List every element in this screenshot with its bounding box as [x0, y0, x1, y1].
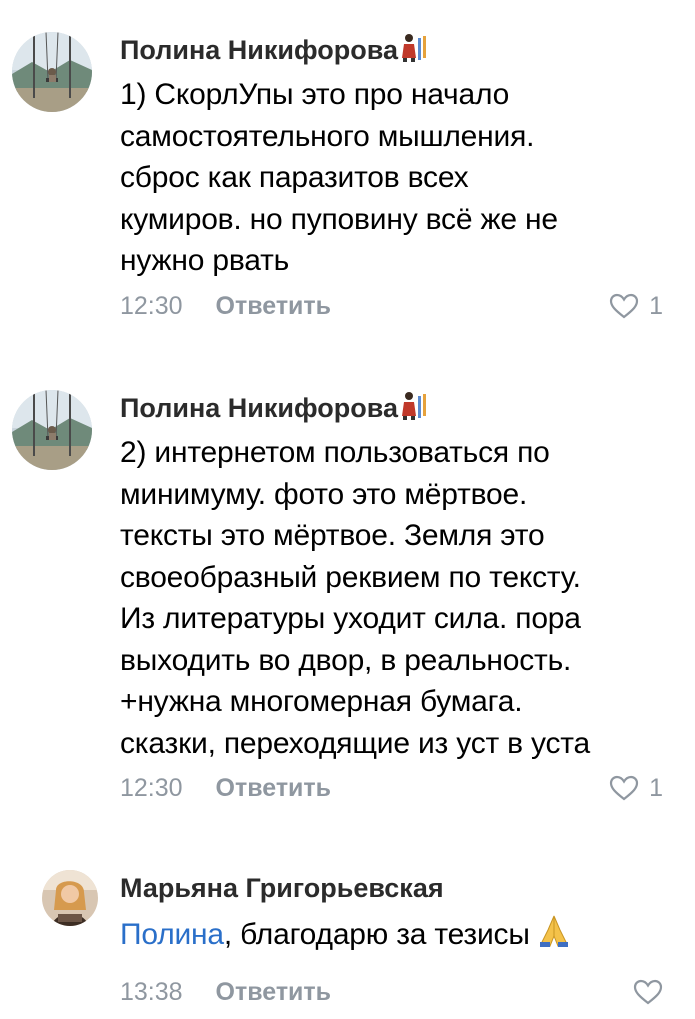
comment-text-line: кумиров. но пуповину всё же не — [120, 202, 558, 236]
comment-text-line: 2) интернетом пользоваться по — [120, 436, 550, 469]
heart-icon — [633, 979, 663, 1004]
comment-meta: 13:38 Ответить — [120, 972, 663, 1012]
comment-meta: 12:30 Ответить 1 — [120, 286, 663, 326]
heart-icon — [609, 293, 639, 318]
comment-text-line: Полина, благодарю за тезисы — [120, 914, 663, 960]
avatar[interactable] — [12, 32, 92, 112]
comment-text: 2) интернетом пользоваться по минимуму. … — [120, 432, 663, 764]
comment-text-line: сказки, переходящие из уст в уста — [120, 726, 590, 760]
comment-text-line: своеобразный реквием по тексту. — [120, 560, 581, 594]
person-with-tools-emoji-icon — [400, 32, 428, 71]
comment-text-line: Из литературы уходит сила. пора — [120, 602, 581, 635]
person-with-tools-emoji-icon — [400, 390, 428, 429]
reply-button[interactable]: Ответить — [216, 286, 332, 326]
comment-text-body: , благодарю за тезисы — [223, 918, 530, 951]
comment-text: Полина, благодарю за тезисы — [120, 914, 663, 960]
heart-icon — [609, 775, 639, 801]
comment: Полина Никифорова 2) интернетом пользова… — [0, 390, 695, 830]
comment-time: 12:30 — [120, 291, 183, 320]
avatar-photo-icon — [12, 390, 92, 470]
reply-button[interactable]: Ответить — [216, 972, 332, 1012]
comment: Полина Никифорова 1) СкорлУпы это про на… — [0, 32, 695, 342]
comment-text-line: +нужна многомерная бумага. — [120, 685, 523, 718]
author-name: Полина Никифорова — [120, 35, 399, 65]
comment-text-line: самостоятельного мышления. — [120, 119, 535, 153]
comment-time: 12:30 — [120, 774, 183, 802]
reply-comment: Марьяна Григорьевская Полина, благодарю … — [0, 870, 695, 1010]
author-name: Полина Никифорова — [120, 393, 399, 423]
comment-text-line: нужно рвать — [120, 244, 290, 277]
avatar-photo-icon — [42, 870, 98, 926]
avatar[interactable] — [12, 390, 92, 470]
like-button[interactable]: 1 — [609, 768, 663, 808]
mention-link[interactable]: Полина — [120, 918, 224, 951]
comment-author[interactable]: Полина Никифорова — [120, 32, 663, 68]
comment-text-line: 1) СкорлУпы это про начало — [120, 78, 510, 111]
comment-text-line: выходить во двор, в реальность. — [120, 643, 572, 677]
comment-text: 1) СкорлУпы это про начало самостоятельн… — [120, 74, 663, 282]
comment-text-line: тексты это мёртвое. Земля это — [120, 519, 545, 552]
author-name: Марьяна Григорьевская — [120, 873, 444, 903]
reply-button[interactable]: Ответить — [216, 768, 332, 808]
comment-author[interactable]: Полина Никифорова — [120, 390, 663, 426]
comment-time: 13:38 — [120, 977, 183, 1006]
like-count: 1 — [649, 291, 663, 320]
folded-hands-emoji-icon — [538, 914, 570, 960]
like-button[interactable]: 1 — [609, 286, 663, 326]
like-button[interactable] — [633, 972, 663, 1012]
comment-text-line: минимуму. фото это мёртвое. — [120, 477, 528, 511]
avatar[interactable] — [42, 870, 98, 926]
avatar-photo-icon — [12, 32, 92, 112]
like-count: 1 — [649, 774, 663, 802]
comment-meta: 12:30 Ответить 1 — [120, 768, 663, 808]
comment-text-line: сброс как паразитов всех — [120, 161, 469, 194]
comment-author[interactable]: Марьяна Григорьевская — [120, 870, 663, 906]
